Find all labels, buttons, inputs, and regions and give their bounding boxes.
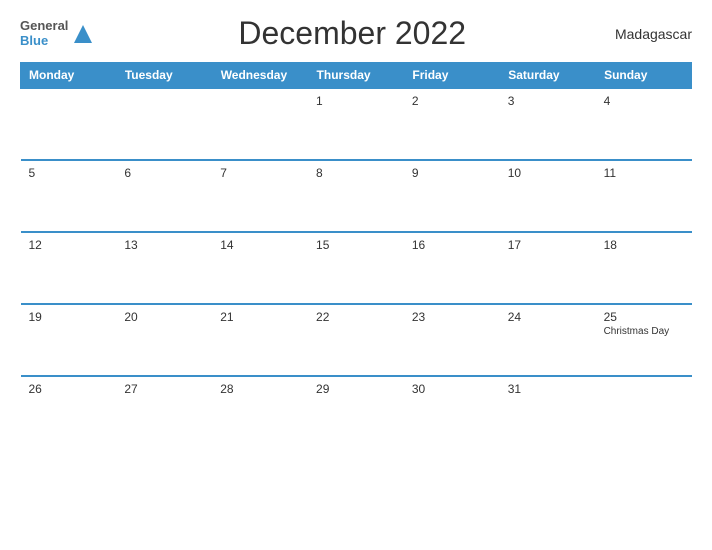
- calendar-cell: 6: [116, 160, 212, 232]
- cell-date-number: 9: [412, 166, 492, 180]
- calendar-cell: 14: [212, 232, 308, 304]
- cell-date-number: 16: [412, 238, 492, 252]
- cell-date-number: 5: [29, 166, 109, 180]
- calendar-cell: [596, 376, 692, 448]
- calendar-cell: 25 Christmas Day: [596, 304, 692, 376]
- cell-date-number: 21: [220, 310, 300, 324]
- logo-triangle-icon: [74, 25, 92, 43]
- logo: General Blue: [20, 19, 92, 48]
- cell-date-number: 11: [604, 166, 684, 180]
- cell-date-number: 4: [604, 94, 684, 108]
- cell-date-number: 30: [412, 382, 492, 396]
- page-header: General Blue December 2022 Madagascar: [20, 15, 692, 52]
- cell-date-number: 13: [124, 238, 204, 252]
- cell-date-number: 3: [508, 94, 588, 108]
- col-friday: Friday: [404, 63, 500, 89]
- cell-date-number: 7: [220, 166, 300, 180]
- calendar-cell: 31: [500, 376, 596, 448]
- cell-date-number: 27: [124, 382, 204, 396]
- cell-date-number: 15: [316, 238, 396, 252]
- cell-date-number: 25: [604, 310, 684, 324]
- calendar-cell: 22: [308, 304, 404, 376]
- cell-date-number: 17: [508, 238, 588, 252]
- calendar-cell: 9: [404, 160, 500, 232]
- calendar-cell: 20: [116, 304, 212, 376]
- calendar-week-3: 12 13 14 15 16 17 18: [21, 232, 692, 304]
- calendar-cell: 4: [596, 88, 692, 160]
- calendar-cell: 19: [21, 304, 117, 376]
- cell-holiday-label: Christmas Day: [604, 326, 684, 337]
- calendar-cell: 26: [21, 376, 117, 448]
- cell-date-number: 29: [316, 382, 396, 396]
- calendar-cell: 17: [500, 232, 596, 304]
- calendar-cell: 12: [21, 232, 117, 304]
- cell-date-number: 10: [508, 166, 588, 180]
- col-wednesday: Wednesday: [212, 63, 308, 89]
- calendar-cell: [212, 88, 308, 160]
- calendar-cell: 7: [212, 160, 308, 232]
- cell-date-number: 1: [316, 94, 396, 108]
- cell-date-number: 19: [29, 310, 109, 324]
- calendar-cell: 29: [308, 376, 404, 448]
- cell-date-number: 26: [29, 382, 109, 396]
- calendar-cell: 11: [596, 160, 692, 232]
- cell-date-number: 12: [29, 238, 109, 252]
- calendar-cell: 10: [500, 160, 596, 232]
- calendar-cell: 21: [212, 304, 308, 376]
- col-monday: Monday: [21, 63, 117, 89]
- calendar-week-4: 19 20 21 22 23 24 25 Christmas Day: [21, 304, 692, 376]
- calendar-cell: 8: [308, 160, 404, 232]
- calendar-cell: [21, 88, 117, 160]
- calendar-cell: [116, 88, 212, 160]
- calendar-header: Monday Tuesday Wednesday Thursday Friday…: [21, 63, 692, 89]
- cell-date-number: 14: [220, 238, 300, 252]
- calendar-cell: 15: [308, 232, 404, 304]
- header-row: Monday Tuesday Wednesday Thursday Friday…: [21, 63, 692, 89]
- col-saturday: Saturday: [500, 63, 596, 89]
- calendar-week-5: 26 27 28 29 30 31: [21, 376, 692, 448]
- calendar-cell: 27: [116, 376, 212, 448]
- calendar-week-2: 5 6 7 8 9 10 11: [21, 160, 692, 232]
- logo-blue-text: Blue: [20, 34, 48, 48]
- cell-date-number: 28: [220, 382, 300, 396]
- calendar-cell: 18: [596, 232, 692, 304]
- calendar-cell: 1: [308, 88, 404, 160]
- cell-date-number: 18: [604, 238, 684, 252]
- calendar-week-1: 1 2 3 4: [21, 88, 692, 160]
- cell-date-number: 22: [316, 310, 396, 324]
- calendar-cell: 13: [116, 232, 212, 304]
- cell-date-number: 6: [124, 166, 204, 180]
- cell-date-number: 2: [412, 94, 492, 108]
- col-sunday: Sunday: [596, 63, 692, 89]
- month-title: December 2022: [92, 15, 612, 52]
- cell-date-number: 31: [508, 382, 588, 396]
- calendar-page: General Blue December 2022 Madagascar Mo…: [0, 0, 712, 550]
- country-label: Madagascar: [612, 26, 692, 42]
- calendar-cell: 23: [404, 304, 500, 376]
- calendar-cell: 2: [404, 88, 500, 160]
- logo-general-text: General: [20, 19, 68, 33]
- calendar-table: Monday Tuesday Wednesday Thursday Friday…: [20, 62, 692, 448]
- cell-date-number: 24: [508, 310, 588, 324]
- calendar-cell: 16: [404, 232, 500, 304]
- calendar-cell: 3: [500, 88, 596, 160]
- cell-date-number: 8: [316, 166, 396, 180]
- cell-date-number: 20: [124, 310, 204, 324]
- calendar-cell: 30: [404, 376, 500, 448]
- col-thursday: Thursday: [308, 63, 404, 89]
- calendar-cell: 24: [500, 304, 596, 376]
- calendar-body: 1234567891011121314151617181920212223242…: [21, 88, 692, 448]
- calendar-cell: 28: [212, 376, 308, 448]
- cell-date-number: 23: [412, 310, 492, 324]
- calendar-cell: 5: [21, 160, 117, 232]
- col-tuesday: Tuesday: [116, 63, 212, 89]
